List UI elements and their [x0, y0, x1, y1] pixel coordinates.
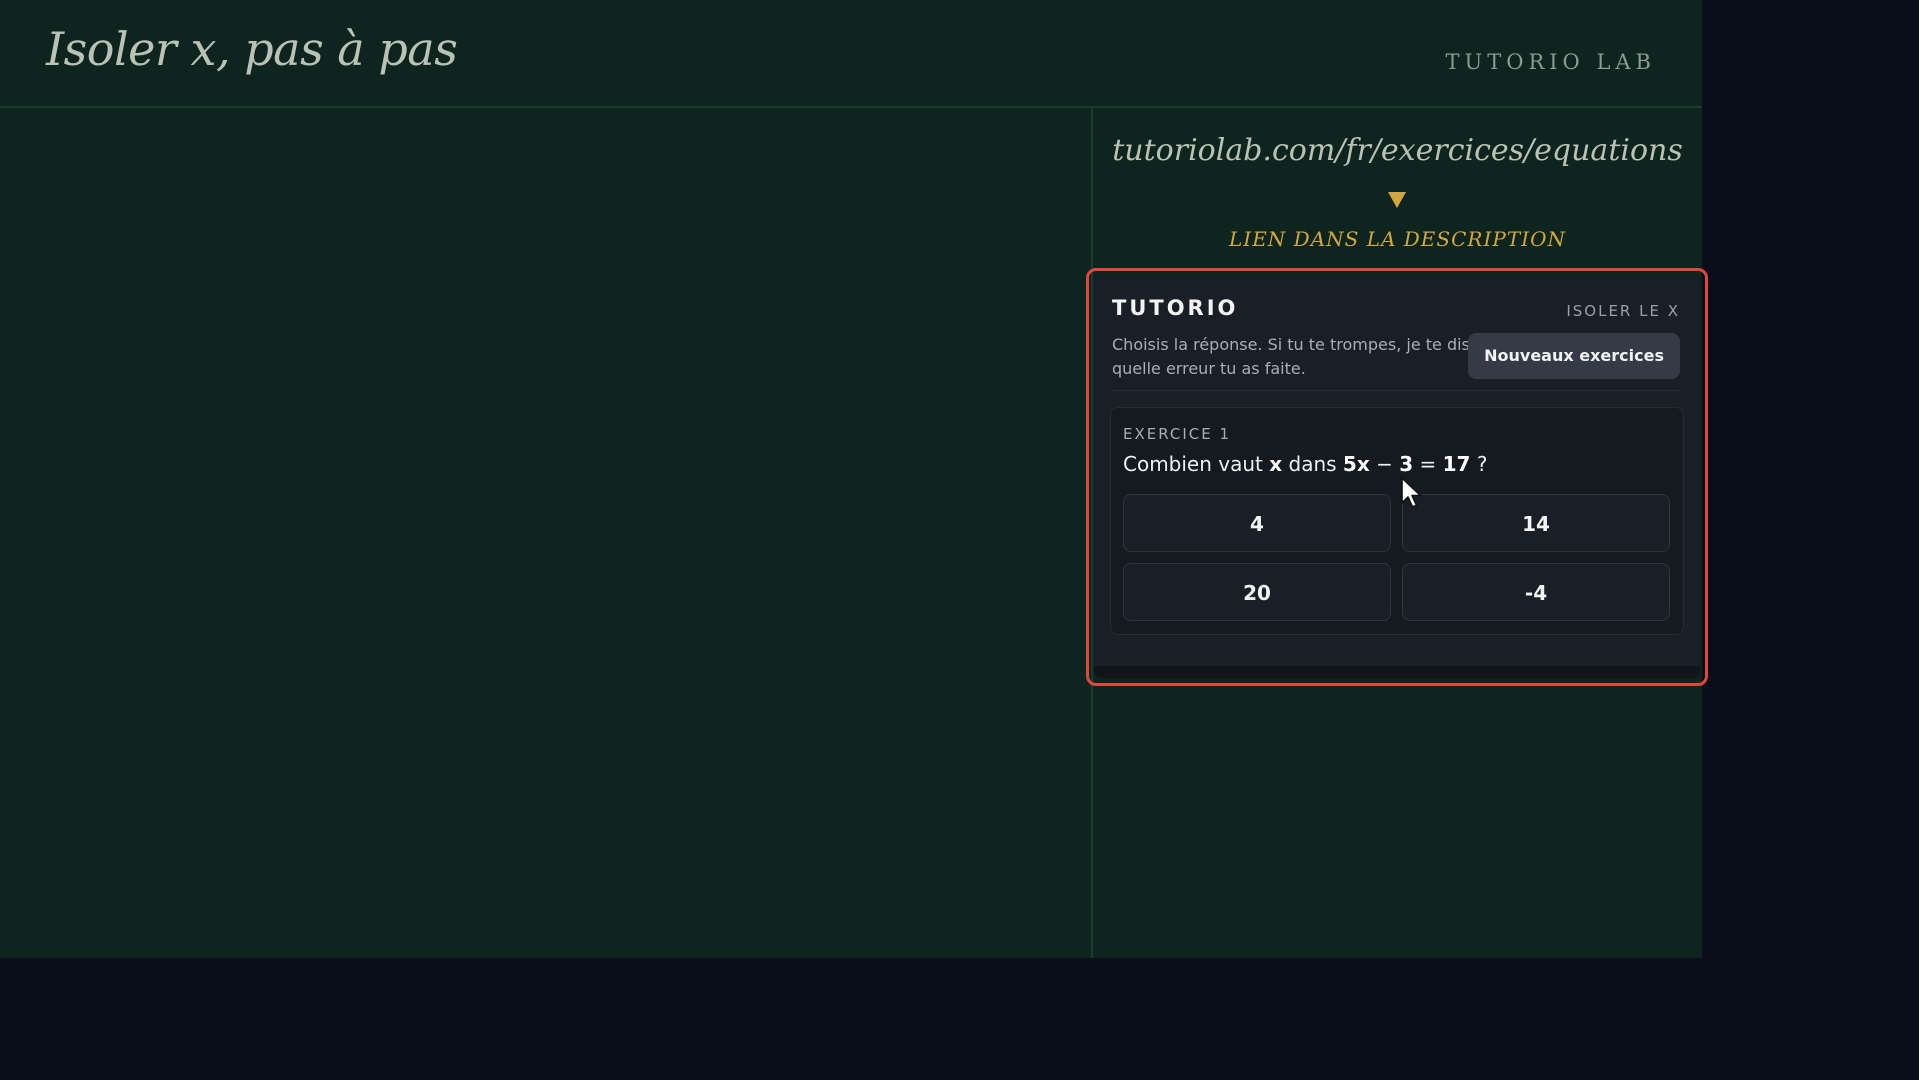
equation-rhs: 17 [1442, 452, 1471, 476]
answer-option[interactable]: 14 [1402, 494, 1670, 552]
equation-constant: 3 [1399, 452, 1414, 476]
new-exercises-button[interactable]: Nouveaux exercices [1468, 333, 1680, 379]
exercise-label: EXERCICE 1 [1123, 425, 1232, 443]
question-prefix: Combien vaut [1123, 452, 1263, 476]
brand-logo-text: TUTORIO LAB [1445, 50, 1656, 74]
exercise-card: EXERCICE 1 Combien vaut x dans 5x − 3 = … [1110, 407, 1684, 635]
question-variable: x [1269, 452, 1283, 476]
widget-description: Choisis la réponse. Si tu te trompes, je… [1112, 335, 1470, 378]
answer-option[interactable]: 4 [1123, 494, 1391, 552]
answer-option[interactable]: 20 [1123, 563, 1391, 621]
widget-topic: ISOLER LE X [1566, 302, 1680, 320]
answer-option[interactable]: -4 [1402, 563, 1670, 621]
tutorio-widget: TUTORIO ISOLER LE X Choisis la réponse. … [1094, 276, 1700, 678]
mouse-cursor-icon [1401, 477, 1422, 508]
video-stage: Isoler x, pas à pas TUTORIO LAB tutoriol… [0, 0, 1708, 958]
promo-url: tutoriolab.com/fr/exercices/equations [1112, 133, 1683, 168]
triangle-down-icon [1388, 192, 1406, 208]
header-bar: Isoler x, pas à pas TUTORIO LAB [0, 0, 1702, 108]
equation-lhs: 5x [1342, 452, 1370, 476]
question-suffix: ? [1476, 452, 1488, 476]
widget-separator [1112, 390, 1680, 391]
equation-equals: = [1419, 452, 1437, 476]
equation-operator: − [1376, 452, 1393, 476]
exercise-question: Combien vaut x dans 5x − 3 = 17 ? [1123, 452, 1487, 476]
question-mid: dans [1288, 452, 1337, 476]
page-title: Isoler x, pas à pas [46, 22, 458, 76]
promo-link-note: LIEN DANS LA DESCRIPTION [1229, 227, 1566, 251]
widget-brand: TUTORIO [1112, 296, 1239, 320]
